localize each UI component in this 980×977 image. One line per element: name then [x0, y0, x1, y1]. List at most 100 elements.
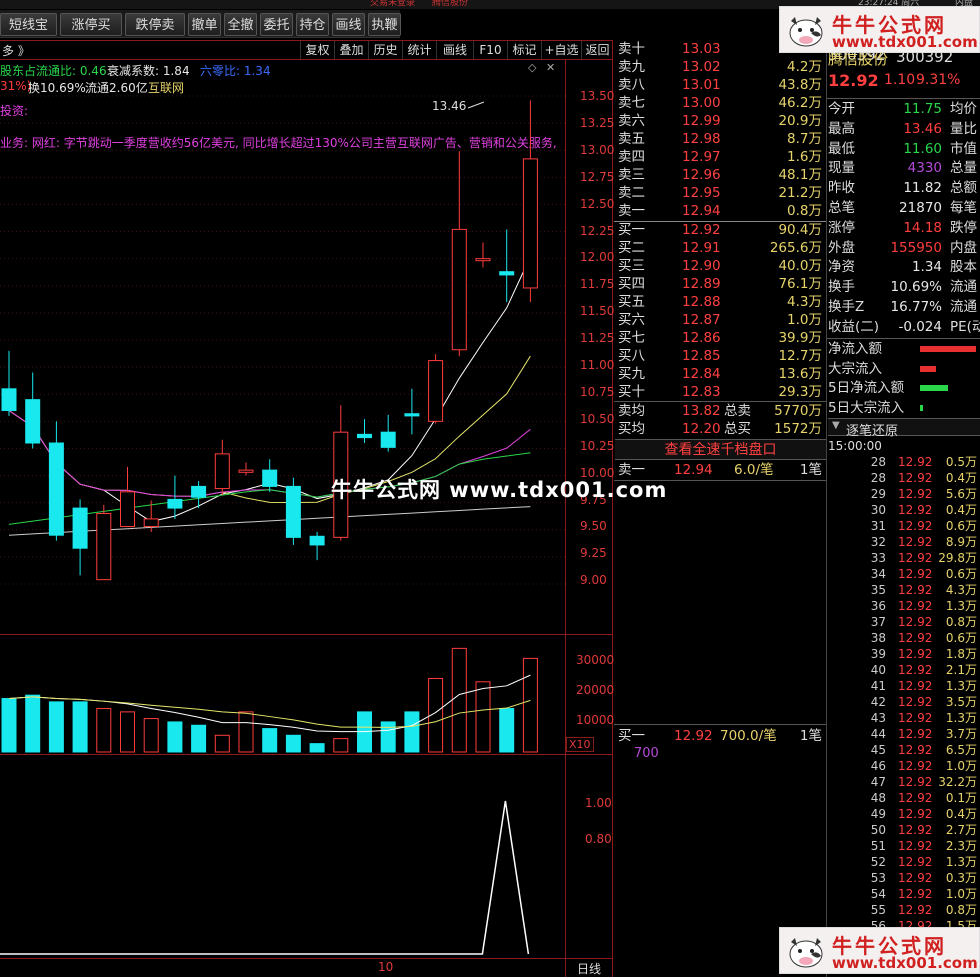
- ask-row[interactable]: 卖一 12.94 0.8万: [616, 202, 826, 220]
- ask-row[interactable]: 卖二 12.95 21.2万: [616, 184, 826, 202]
- tick-time: 47: [870, 775, 886, 789]
- tab-f10[interactable]: F10: [473, 41, 507, 59]
- tick-volume: 29.8万: [938, 551, 977, 565]
- high-price-marker: 13.46: [432, 99, 467, 113]
- tick-time: 34: [870, 567, 886, 581]
- ask-volume: 46.2万: [778, 95, 822, 111]
- price-tick: 12.00: [580, 250, 615, 265]
- tick-row: 30 12.92 0.4万: [828, 502, 980, 518]
- kline-svg[interactable]: [0, 60, 565, 958]
- toolbar-button-zhibian[interactable]: 执鞭: [368, 13, 401, 36]
- tick-price: 12.92: [898, 887, 933, 901]
- bid-row[interactable]: 买七 12.86 39.9万: [616, 329, 826, 347]
- bid-price: 12.83: [682, 384, 721, 400]
- site-logo: 牛牛公式网 www.tdx001.com: [779, 6, 980, 53]
- ask-row[interactable]: 卖五 12.98 8.7万: [616, 130, 826, 148]
- ask-price: 12.99: [682, 113, 721, 129]
- tick-volume: 4.3万: [945, 583, 977, 597]
- bid-row[interactable]: 买九 12.84 13.6万: [616, 365, 826, 383]
- candle-body: [499, 271, 515, 276]
- ask-row[interactable]: 卖八 13.01 43.8万: [616, 76, 826, 94]
- tick-volume: 2.7万: [945, 823, 977, 837]
- tick-time: 38: [870, 631, 886, 645]
- tick-price: 12.92: [898, 551, 933, 565]
- period-daily-label[interactable]: 日线: [577, 960, 601, 977]
- volume-bar: [1, 698, 17, 753]
- bid-label: 买八: [618, 348, 645, 364]
- bid-price: 12.88: [682, 294, 721, 310]
- cow-logo-icon: [789, 938, 823, 968]
- tab-mark[interactable]: 标记: [507, 41, 541, 59]
- bid-row[interactable]: 买六 12.87 1.0万: [616, 311, 826, 329]
- bid-row[interactable]: 买三 12.90 40.0万: [616, 257, 826, 275]
- tick-header[interactable]: ▼ 逐笔还原: [828, 418, 980, 439]
- indicator-bottom-border: [0, 958, 613, 959]
- logo-url: www.tdx001.com: [832, 33, 978, 51]
- ask-row[interactable]: 卖六 12.99 20.9万: [616, 112, 826, 130]
- candle-body: [309, 535, 325, 546]
- tick-row: 15:00:00: [828, 438, 980, 454]
- ask-row[interactable]: 卖九 13.02 4.2万: [616, 58, 826, 76]
- toolbar-button-dietingmai[interactable]: 跌停卖: [125, 13, 185, 36]
- tick-row: 34 12.92 0.6万: [828, 566, 980, 582]
- tick-time: 46: [870, 759, 886, 773]
- site-logo-bottom: 牛牛公式网 www.tdx001.com: [779, 927, 980, 974]
- quote-value: 14.18: [903, 219, 942, 236]
- collapse-icon[interactable]: ▼: [832, 420, 840, 431]
- bid-row[interactable]: 买十 12.83 29.3万: [616, 383, 826, 401]
- quote-value: 1.34: [911, 259, 942, 276]
- tab-stats[interactable]: 统计: [402, 41, 436, 59]
- ask-row[interactable]: 卖三 12.96 48.1万: [616, 166, 826, 184]
- ask-row[interactable]: 卖七 13.00 46.2万: [616, 94, 826, 112]
- last-price: 12.92: [828, 71, 879, 90]
- bid-price: 12.87: [682, 312, 721, 328]
- bid-row[interactable]: 买八 12.85 12.7万: [616, 347, 826, 365]
- tick-row: 39 12.92 1.8万: [828, 646, 980, 662]
- quote-key2: PE(动: [950, 318, 980, 335]
- toolbar-button-cancel[interactable]: 撤单: [188, 13, 221, 36]
- candle-body: [143, 518, 159, 528]
- quote-key2: 内盘: [950, 239, 977, 256]
- candle-body: [72, 507, 88, 549]
- volume-bar: [499, 708, 515, 753]
- bid-row[interactable]: 买四 12.89 76.1万: [616, 275, 826, 293]
- price-tick: 12.25: [580, 223, 615, 238]
- avg-buy-row: 买均 12.20 总买 1572万: [616, 420, 826, 438]
- toolbar-button-cancel-all[interactable]: 全撤: [224, 13, 257, 36]
- toolbar-button-positions[interactable]: 持仓: [296, 13, 329, 36]
- bid-row[interactable]: 买一 12.92 90.4万: [616, 221, 826, 239]
- quote-key: 最高: [828, 120, 855, 137]
- tick-volume: 0.3万: [945, 871, 977, 885]
- ask-volume: 1.6万: [787, 149, 822, 165]
- bid-price: 12.85: [682, 348, 721, 364]
- ask-label: 卖一: [618, 203, 645, 219]
- tick-time: 55: [870, 903, 886, 917]
- period-selector[interactable]: 多 》: [2, 42, 30, 59]
- bid-volume: 40.0万: [778, 258, 822, 274]
- tab-add-watchlist[interactable]: +自选: [541, 41, 581, 59]
- toolbar-button-order[interactable]: 委托: [260, 13, 293, 36]
- quote-key2: 均价: [950, 101, 977, 117]
- toolbar-button-draw[interactable]: 画线: [332, 13, 365, 36]
- tick-time: 54: [870, 887, 886, 901]
- tab-drawline[interactable]: 画线: [436, 41, 473, 59]
- candle-body: [191, 485, 207, 498]
- tick-volume: 1.0万: [945, 759, 977, 773]
- tab-history[interactable]: 历史: [368, 41, 402, 59]
- bid-row[interactable]: 买二 12.91 265.6万: [616, 239, 826, 257]
- tick-price: 12.92: [898, 823, 933, 837]
- ask-row[interactable]: 卖四 12.97 1.6万: [616, 148, 826, 166]
- tab-back[interactable]: 返回: [581, 41, 613, 59]
- volume-bar: [143, 718, 159, 753]
- candle-body: [475, 258, 491, 262]
- volume-tick: 10000: [576, 713, 615, 727]
- full-depth-button[interactable]: 查看全速千档盘口: [615, 439, 826, 460]
- indicator-line: [0, 800, 530, 955]
- tab-overlay[interactable]: 叠加: [334, 41, 368, 59]
- toolbar-button-duanxianbao[interactable]: 短线宝: [0, 13, 57, 36]
- toolbar-button-zhangtingmai[interactable]: 涨停买: [60, 13, 122, 36]
- tick-price: 12.92: [898, 839, 933, 853]
- tab-fuquan[interactable]: 复权: [300, 41, 334, 59]
- tick-volume: 3.5万: [945, 695, 977, 709]
- bid-row[interactable]: 买五 12.88 4.3万: [616, 293, 826, 311]
